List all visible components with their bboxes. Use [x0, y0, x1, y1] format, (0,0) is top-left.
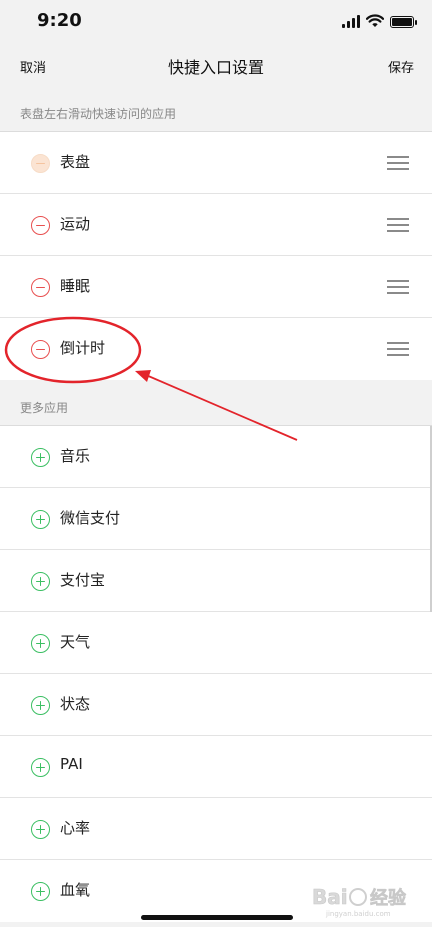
plus-circle-icon[interactable] [31, 820, 50, 839]
item-label: 睡眠 [60, 277, 91, 295]
list-item: 倒计时 [0, 318, 432, 380]
item-label: 表盘 [60, 153, 91, 171]
minus-circle-icon[interactable] [31, 340, 50, 359]
nav-bar: 取消 快捷入口设置 保存 [0, 44, 432, 88]
plus-circle-icon[interactable] [31, 448, 50, 467]
plus-circle-icon[interactable] [31, 696, 50, 715]
drag-handle-icon[interactable] [387, 218, 409, 232]
list-item: 音乐 [0, 426, 432, 488]
list-item: 睡眠 [0, 256, 432, 318]
item-label: 支付宝 [60, 571, 106, 589]
shortcut-list: 表盘 运动 睡眠 倒计时 [0, 132, 432, 380]
plus-circle-icon[interactable] [31, 758, 50, 777]
minus-circle-icon[interactable] [31, 216, 50, 235]
item-label: 心率 [60, 819, 91, 837]
status-bar: 9:20 [0, 0, 432, 44]
list-item: PAI [0, 736, 432, 798]
item-label: 血氧 [60, 881, 91, 899]
minus-circle-icon[interactable] [31, 154, 50, 173]
plus-circle-icon[interactable] [31, 634, 50, 653]
battery-icon [390, 16, 417, 28]
item-label: 微信支付 [60, 509, 121, 527]
list-item: 心率 [0, 798, 432, 860]
svg-text:jingyan.baidu.com: jingyan.baidu.com [325, 910, 391, 918]
wifi-icon [366, 14, 384, 27]
page-title: 快捷入口设置 [167, 58, 264, 77]
item-label: 倒计时 [60, 339, 106, 357]
list-item: 微信支付 [0, 488, 432, 550]
list-item: 运动 [0, 194, 432, 256]
plus-circle-icon[interactable] [31, 572, 50, 591]
list-item: 状态 [0, 674, 432, 736]
baidu-watermark: Bai 经验 jingyan.baidu.com [300, 872, 426, 920]
drag-handle-icon[interactable] [387, 280, 409, 294]
item-label: PAI [60, 755, 83, 773]
drag-handle-icon[interactable] [387, 156, 409, 170]
list-item: 支付宝 [0, 550, 432, 612]
minus-circle-icon[interactable] [31, 278, 50, 297]
status-icons [342, 12, 417, 28]
list-item: 表盘 [0, 132, 432, 194]
home-indicator [141, 915, 293, 920]
more-apps-list: 音乐 微信支付 支付宝 天气 状态 PAI 心率 血氧 [0, 426, 432, 922]
item-label: 天气 [60, 633, 91, 651]
item-label: 运动 [60, 215, 91, 233]
svg-text:Bai: Bai [312, 885, 348, 909]
section-header-more-apps: 更多应用 [0, 382, 432, 426]
save-button[interactable]: 保存 [388, 57, 414, 76]
list-item: 天气 [0, 612, 432, 674]
drag-handle-icon[interactable] [387, 342, 409, 356]
section-header-shortcuts: 表盘左右滑动快速访问的应用 [0, 88, 432, 132]
plus-circle-icon[interactable] [31, 882, 50, 901]
item-label: 音乐 [60, 447, 91, 465]
status-time: 9:20 [37, 10, 82, 31]
plus-circle-icon[interactable] [31, 510, 50, 529]
cellular-signal-icon [342, 14, 360, 28]
svg-text:经验: 经验 [370, 887, 407, 909]
item-label: 状态 [60, 695, 91, 713]
